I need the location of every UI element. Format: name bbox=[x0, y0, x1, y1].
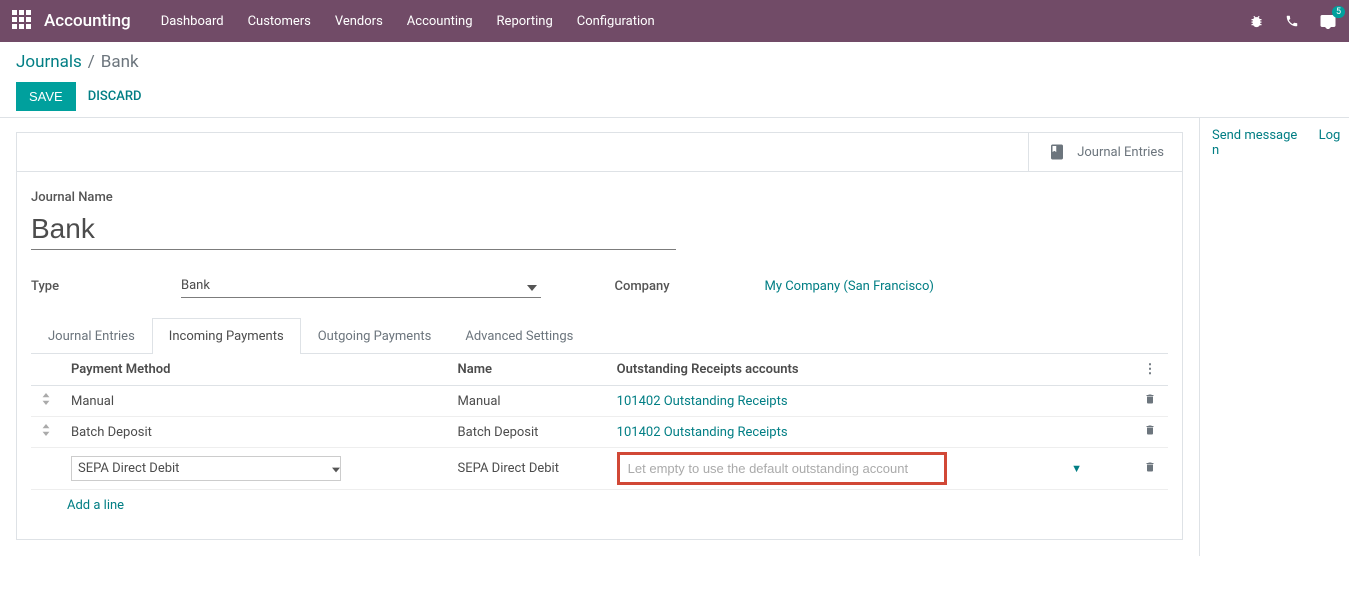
table-row-editing[interactable]: SEPA Direct Debit SEPA Direct Debit bbox=[31, 448, 1168, 490]
app-title[interactable]: Accounting bbox=[44, 11, 131, 31]
book-icon bbox=[1047, 143, 1067, 161]
send-message-link[interactable]: Send message bbox=[1212, 128, 1297, 143]
nav-dashboard[interactable]: Dashboard bbox=[161, 14, 224, 29]
company-label: Company bbox=[615, 279, 765, 294]
tab-advanced-settings[interactable]: Advanced Settings bbox=[448, 318, 590, 354]
th-method: Payment Method bbox=[61, 354, 448, 386]
type-field: Type Bank bbox=[31, 274, 585, 298]
th-name: Name bbox=[448, 354, 607, 386]
nav-customers[interactable]: Customers bbox=[248, 14, 311, 29]
cell-name: Batch Deposit bbox=[448, 417, 607, 448]
dropdown-arrow-icon[interactable]: ▼ bbox=[1071, 462, 1122, 475]
drag-handle-icon[interactable] bbox=[31, 417, 61, 448]
tab-journal-entries[interactable]: Journal Entries bbox=[31, 318, 152, 354]
cell-method: Manual bbox=[61, 386, 448, 417]
main-layout: Journal Entries Journal Name Type Bank bbox=[0, 118, 1349, 556]
cell-account-link[interactable]: 101402 Outstanding Receipts bbox=[617, 425, 788, 440]
type-select[interactable]: Bank bbox=[181, 274, 541, 298]
caret-down-icon bbox=[527, 280, 537, 295]
table-row[interactable]: Batch Deposit Batch Deposit 101402 Outst… bbox=[31, 417, 1168, 448]
breadcrumb-root[interactable]: Journals bbox=[16, 52, 82, 72]
delete-icon[interactable] bbox=[1132, 448, 1168, 490]
drag-handle-empty bbox=[31, 448, 61, 490]
phone-icon[interactable] bbox=[1283, 12, 1301, 30]
nav-configuration[interactable]: Configuration bbox=[577, 14, 655, 29]
stat-journal-entries[interactable]: Journal Entries bbox=[1028, 133, 1182, 171]
breadcrumb-current: Bank bbox=[101, 52, 139, 72]
side-panel: Send message Log n bbox=[1199, 118, 1349, 556]
payment-methods-table: Payment Method Name Outstanding Receipts… bbox=[31, 354, 1168, 490]
cell-account-link[interactable]: 101402 Outstanding Receipts bbox=[617, 394, 788, 409]
outstanding-account-input[interactable] bbox=[617, 452, 947, 485]
table-row[interactable]: Manual Manual 101402 Outstanding Receipt… bbox=[31, 386, 1168, 417]
sheet-body: Journal Name Type Bank Compan bbox=[17, 172, 1182, 539]
drag-handle-icon[interactable] bbox=[31, 386, 61, 417]
nav-reporting[interactable]: Reporting bbox=[497, 14, 553, 29]
form-sheet: Journal Entries Journal Name Type Bank bbox=[16, 132, 1183, 540]
nav-menu: Dashboard Customers Vendors Accounting R… bbox=[161, 14, 1247, 29]
bug-icon[interactable] bbox=[1247, 12, 1265, 30]
method-select-value: SEPA Direct Debit bbox=[71, 456, 341, 481]
nav-vendors[interactable]: Vendors bbox=[335, 14, 383, 29]
method-select[interactable]: SEPA Direct Debit bbox=[71, 456, 346, 481]
actions-row: Save Discard bbox=[16, 82, 1333, 111]
nav-icons: 5 bbox=[1247, 12, 1337, 30]
th-accounts: Outstanding Receipts accounts bbox=[607, 354, 1132, 386]
top-nav: Accounting Dashboard Customers Vendors A… bbox=[0, 0, 1349, 42]
chat-badge: 5 bbox=[1332, 6, 1345, 18]
delete-icon[interactable] bbox=[1132, 386, 1168, 417]
two-col-row: Type Bank Company My Company (San Franci… bbox=[31, 274, 1168, 298]
journal-name-label: Journal Name bbox=[31, 190, 1168, 205]
stat-journal-entries-label: Journal Entries bbox=[1077, 145, 1164, 160]
nav-accounting[interactable]: Accounting bbox=[407, 14, 473, 29]
cell-name: Manual bbox=[448, 386, 607, 417]
type-label: Type bbox=[31, 279, 181, 294]
th-drag bbox=[31, 354, 61, 386]
app-launcher-icon[interactable] bbox=[12, 10, 34, 32]
company-field: Company My Company (San Francisco) bbox=[615, 274, 1169, 298]
discard-button[interactable]: Discard bbox=[88, 89, 142, 104]
form-area: Journal Entries Journal Name Type Bank bbox=[0, 118, 1199, 556]
type-value: Bank bbox=[181, 274, 541, 297]
chat-icon[interactable]: 5 bbox=[1319, 12, 1337, 30]
breadcrumb-bar: Journals / Bank Save Discard bbox=[0, 42, 1349, 118]
tab-outgoing-payments[interactable]: Outgoing Payments bbox=[301, 318, 449, 354]
delete-icon[interactable] bbox=[1132, 417, 1168, 448]
company-value[interactable]: My Company (San Francisco) bbox=[765, 279, 934, 294]
breadcrumb-separator: / bbox=[88, 52, 95, 72]
cell-method: Batch Deposit bbox=[61, 417, 448, 448]
cell-name-editing: SEPA Direct Debit bbox=[448, 448, 607, 490]
tabs: Journal Entries Incoming Payments Outgoi… bbox=[31, 318, 1168, 354]
journal-name-input[interactable] bbox=[31, 209, 676, 250]
th-kebab-icon[interactable]: ⋮ bbox=[1132, 354, 1168, 386]
breadcrumb: Journals / Bank bbox=[16, 52, 1333, 72]
tab-incoming-payments[interactable]: Incoming Payments bbox=[152, 318, 301, 354]
stat-buttons: Journal Entries bbox=[17, 133, 1182, 172]
add-line-link[interactable]: Add a line bbox=[31, 490, 1168, 529]
save-button[interactable]: Save bbox=[16, 82, 76, 111]
